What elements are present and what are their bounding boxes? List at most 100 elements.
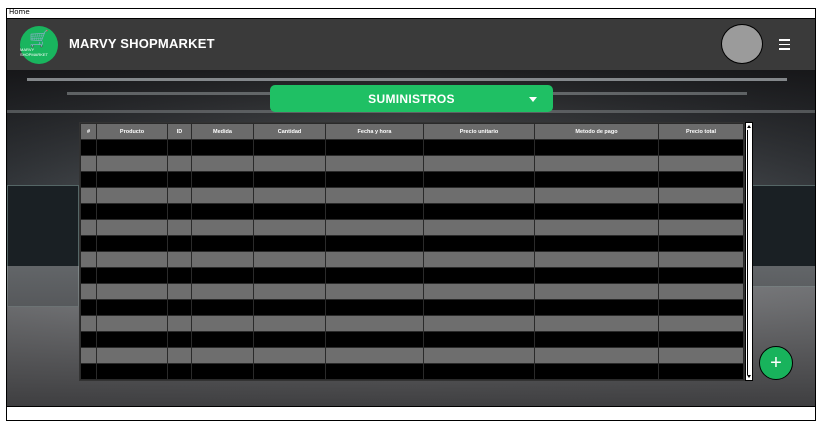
table-cell[interactable] bbox=[80, 315, 97, 332]
column-header-id[interactable]: ID bbox=[167, 123, 192, 140]
table-cell[interactable] bbox=[534, 219, 659, 236]
table-cell[interactable] bbox=[658, 251, 744, 268]
table-cell[interactable] bbox=[167, 155, 192, 172]
table-cell[interactable] bbox=[253, 347, 326, 364]
table-cell[interactable] bbox=[191, 315, 254, 332]
table-cell[interactable] bbox=[191, 251, 254, 268]
column-header-fecha-hora[interactable]: Fecha y hora bbox=[325, 123, 424, 140]
suministros-dropdown[interactable]: SUMINISTROS bbox=[270, 85, 553, 112]
table-cell[interactable] bbox=[167, 283, 192, 300]
table-cell[interactable] bbox=[253, 219, 326, 236]
table-cell[interactable] bbox=[167, 347, 192, 364]
table-row[interactable] bbox=[80, 283, 744, 300]
table-cell[interactable] bbox=[423, 379, 535, 380]
table-row[interactable] bbox=[80, 251, 744, 268]
table-cell[interactable] bbox=[325, 315, 424, 332]
table-cell[interactable] bbox=[658, 187, 744, 204]
table-cell[interactable] bbox=[325, 251, 424, 268]
table-cell[interactable] bbox=[423, 219, 535, 236]
table-cell[interactable] bbox=[167, 251, 192, 268]
table-cell[interactable] bbox=[325, 155, 424, 172]
column-header-medida[interactable]: Medida bbox=[191, 123, 254, 140]
table-cell[interactable] bbox=[534, 379, 659, 380]
table-cell[interactable] bbox=[96, 379, 168, 380]
table-cell[interactable] bbox=[80, 379, 97, 380]
table-cell[interactable] bbox=[658, 155, 744, 172]
table-cell[interactable] bbox=[167, 219, 192, 236]
avatar[interactable] bbox=[721, 24, 763, 64]
table-cell[interactable] bbox=[191, 379, 254, 380]
table-cell[interactable] bbox=[191, 219, 254, 236]
table-cell[interactable] bbox=[167, 187, 192, 204]
hamburger-menu-icon[interactable] bbox=[779, 39, 790, 50]
table-cell[interactable] bbox=[325, 187, 424, 204]
table-cell[interactable] bbox=[191, 283, 254, 300]
table-row[interactable] bbox=[80, 379, 744, 380]
table-cell[interactable] bbox=[423, 347, 535, 364]
table-cell[interactable] bbox=[80, 155, 97, 172]
scroll-thumb[interactable] bbox=[747, 130, 753, 375]
table-cell[interactable] bbox=[253, 315, 326, 332]
table-cell[interactable] bbox=[253, 155, 326, 172]
table-cell[interactable] bbox=[167, 379, 192, 380]
table-cell[interactable] bbox=[96, 155, 168, 172]
table-cell[interactable] bbox=[534, 315, 659, 332]
column-header-cantidad[interactable]: Cantidad bbox=[253, 123, 326, 140]
table-cell[interactable] bbox=[534, 283, 659, 300]
table-cell[interactable] bbox=[658, 283, 744, 300]
column-header-number[interactable]: # bbox=[80, 123, 97, 140]
table-cell[interactable] bbox=[191, 187, 254, 204]
table-cell[interactable] bbox=[191, 155, 254, 172]
table-cell[interactable] bbox=[80, 347, 97, 364]
column-header-precio-total[interactable]: Precio total bbox=[658, 123, 744, 140]
table-cell[interactable] bbox=[325, 283, 424, 300]
table-cell[interactable] bbox=[253, 283, 326, 300]
table-cell[interactable] bbox=[423, 155, 535, 172]
column-header-producto[interactable]: Producto bbox=[96, 123, 168, 140]
table-row[interactable] bbox=[80, 155, 744, 172]
table-cell[interactable] bbox=[423, 315, 535, 332]
table-cell[interactable] bbox=[534, 347, 659, 364]
table-cell[interactable] bbox=[325, 379, 424, 380]
column-header-metodo-pago[interactable]: Metodo de pago bbox=[534, 123, 659, 140]
table-cell[interactable] bbox=[167, 315, 192, 332]
table-cell[interactable] bbox=[80, 187, 97, 204]
footer-divider bbox=[7, 406, 815, 407]
table-cell[interactable] bbox=[253, 187, 326, 204]
table-cell[interactable] bbox=[80, 283, 97, 300]
table-cell[interactable] bbox=[96, 187, 168, 204]
table-cell[interactable] bbox=[253, 379, 326, 380]
table-row[interactable] bbox=[80, 187, 744, 204]
table-cell[interactable] bbox=[80, 251, 97, 268]
table-cell[interactable] bbox=[423, 187, 535, 204]
scroll-up-arrow-icon[interactable] bbox=[747, 125, 751, 128]
brand-logo[interactable]: 🛒 MARVY SHOPMARKET bbox=[20, 26, 58, 64]
table-row[interactable] bbox=[80, 219, 744, 236]
table-cell[interactable] bbox=[423, 251, 535, 268]
table-cell[interactable] bbox=[534, 251, 659, 268]
table-cell[interactable] bbox=[534, 187, 659, 204]
table-cell[interactable] bbox=[658, 315, 744, 332]
table-cell[interactable] bbox=[423, 283, 535, 300]
table-cell[interactable] bbox=[80, 219, 97, 236]
table-cell[interactable] bbox=[658, 347, 744, 364]
table-cell[interactable] bbox=[253, 251, 326, 268]
table-cell[interactable] bbox=[658, 219, 744, 236]
home-tab-label[interactable]: Home bbox=[9, 8, 30, 16]
table-row[interactable] bbox=[80, 315, 744, 332]
table-cell[interactable] bbox=[96, 251, 168, 268]
column-header-precio-unitario[interactable]: Precio unitario bbox=[423, 123, 535, 140]
table-cell[interactable] bbox=[96, 315, 168, 332]
table-cell[interactable] bbox=[96, 347, 168, 364]
table-cell[interactable] bbox=[96, 283, 168, 300]
table-cell[interactable] bbox=[534, 155, 659, 172]
table-scrollbar[interactable] bbox=[745, 122, 753, 381]
table-cell[interactable] bbox=[325, 219, 424, 236]
table-cell[interactable] bbox=[191, 347, 254, 364]
add-button[interactable]: + bbox=[759, 346, 793, 380]
table-row[interactable] bbox=[80, 347, 744, 364]
table-cell[interactable] bbox=[96, 219, 168, 236]
table-cell[interactable] bbox=[325, 347, 424, 364]
table-cell[interactable] bbox=[658, 379, 744, 380]
scroll-down-arrow-icon[interactable] bbox=[747, 375, 751, 378]
